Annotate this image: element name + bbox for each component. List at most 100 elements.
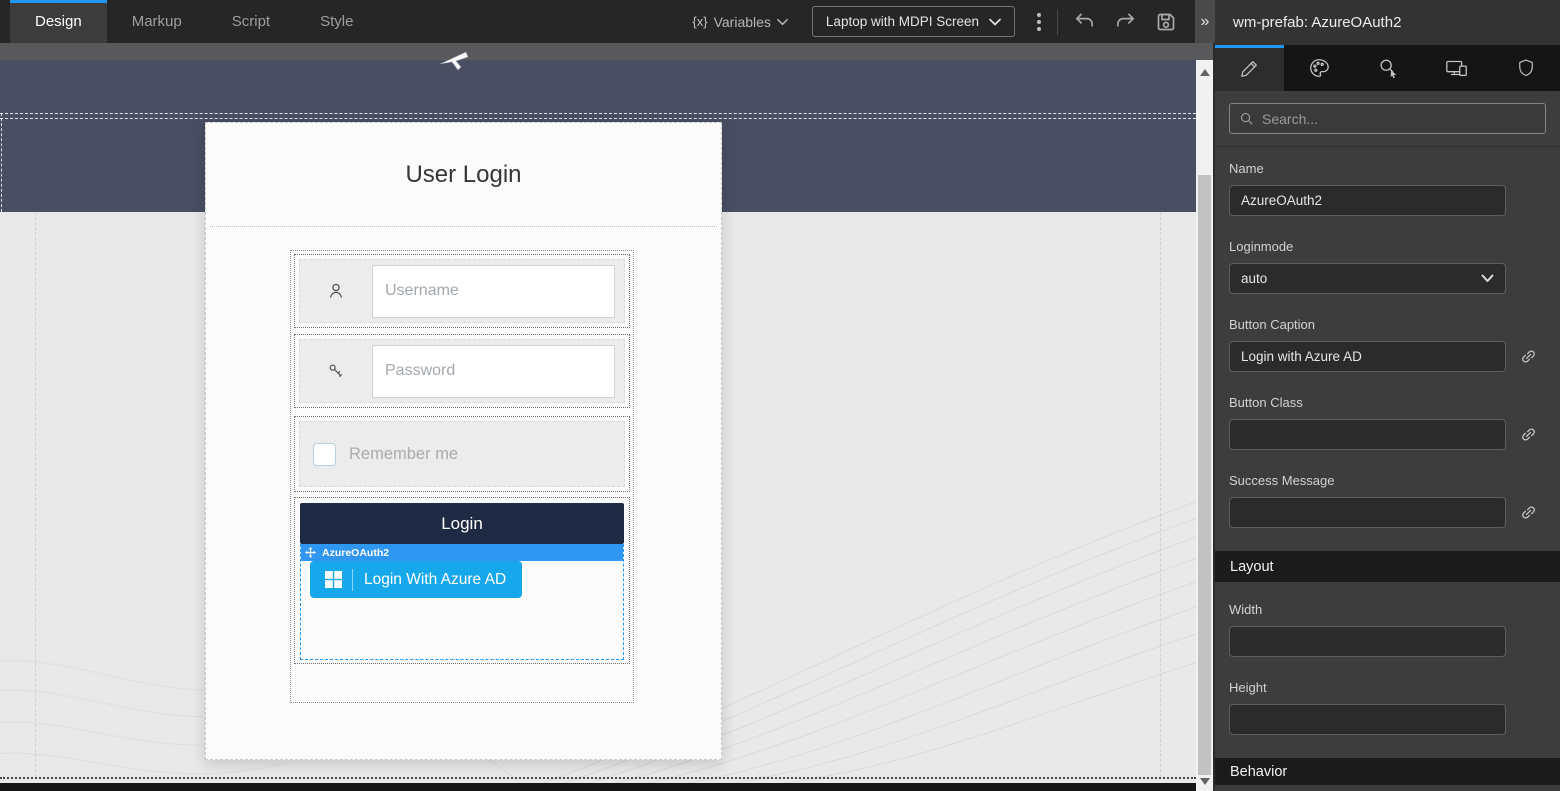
tab-markup[interactable]: Markup: [107, 0, 207, 43]
card-title-block[interactable]: User Login: [210, 123, 717, 227]
page-footer-band: [0, 783, 1196, 791]
save-button[interactable]: [1154, 10, 1178, 34]
windows-logo-icon: [325, 571, 342, 588]
devices-icon: [1445, 57, 1469, 79]
button-class-label: Button Class: [1229, 395, 1546, 410]
tab-styles[interactable]: [1284, 45, 1353, 91]
toolbar-right-group: {x} Variables Laptop with MDPI Screen: [692, 0, 1215, 43]
azure-button-label: Login With Azure AD: [364, 571, 506, 589]
redo-button[interactable]: [1113, 10, 1137, 34]
more-options-icon[interactable]: [1037, 13, 1041, 31]
collapse-panel-button[interactable]: »: [1195, 0, 1215, 43]
tab-script[interactable]: Script: [207, 0, 295, 43]
canvas-top-strip: [0, 43, 1213, 60]
button-class-input[interactable]: [1229, 419, 1506, 450]
property-search[interactable]: [1229, 103, 1546, 134]
editor-mode-tabs: Design Markup Script Style: [0, 0, 378, 43]
loginmode-label: Loginmode: [1229, 239, 1546, 254]
name-input[interactable]: [1229, 185, 1506, 216]
variables-icon: {x}: [692, 14, 707, 29]
scroll-down-arrow[interactable]: [1196, 773, 1213, 789]
toolbar-divider: [1057, 9, 1058, 35]
container-outline: [0, 113, 1196, 114]
azure-oauth2-prefab[interactable]: AzureOAuth2 Login With Azure AD: [300, 544, 624, 660]
undo-button[interactable]: [1072, 10, 1096, 34]
container-outline: [1, 113, 2, 212]
success-message-label: Success Message: [1229, 473, 1546, 488]
azure-login-button[interactable]: Login With Azure AD: [310, 561, 522, 598]
panel-tabs: [1215, 45, 1560, 91]
device-selector[interactable]: Laptop with MDPI Screen: [812, 6, 1015, 37]
tab-devices[interactable]: [1422, 45, 1491, 91]
variables-menu[interactable]: {x} Variables: [692, 14, 788, 30]
button-caption-input[interactable]: [1229, 341, 1506, 372]
chevron-down-icon: [1481, 274, 1494, 283]
remember-me-checkbox[interactable]: [313, 443, 336, 466]
buttons-group[interactable]: Login AzureOAuth2: [294, 497, 630, 664]
button-caption-label: Button Caption: [1229, 317, 1546, 332]
move-icon: [305, 547, 316, 558]
remember-me-group[interactable]: Remember me: [294, 416, 630, 492]
loginmode-select[interactable]: auto: [1229, 263, 1506, 294]
username-input[interactable]: [372, 265, 615, 318]
remember-me-label: Remember me: [349, 445, 458, 464]
variables-label: Variables: [714, 14, 771, 30]
panel-divider: [1215, 146, 1560, 147]
page-bottom-outline: [0, 777, 1196, 779]
panel-header: wm-prefab: AzureOAuth2: [1215, 0, 1560, 45]
double-chevron-right-icon: »: [1201, 13, 1210, 31]
top-toolbar: Design Markup Script Style {x} Variables…: [0, 0, 1215, 43]
cursor-icon: [438, 51, 472, 73]
redo-icon: [1114, 10, 1137, 33]
container-outline: [0, 118, 1196, 119]
password-row: [299, 339, 625, 403]
content-outline: [1160, 212, 1161, 777]
bind-button-caption[interactable]: [1519, 347, 1538, 366]
scroll-up-arrow[interactable]: [1196, 64, 1213, 80]
save-icon: [1154, 10, 1178, 34]
device-selector-value: Laptop with MDPI Screen: [826, 14, 979, 29]
bind-button-class[interactable]: [1519, 425, 1538, 444]
prefab-selection-bar[interactable]: AzureOAuth2: [301, 544, 623, 561]
link-icon: [1519, 503, 1538, 522]
tab-events[interactable]: [1353, 45, 1422, 91]
button-divider: [352, 569, 353, 591]
username-row: [299, 259, 625, 323]
login-form[interactable]: Remember me Login AzureOAuth2: [290, 250, 634, 703]
tab-security[interactable]: [1491, 45, 1560, 91]
name-label: Name: [1229, 161, 1546, 176]
chevron-down-icon: [989, 18, 1001, 26]
prefab-name-label: AzureOAuth2: [322, 547, 389, 559]
password-input[interactable]: [372, 345, 615, 398]
width-input[interactable]: [1229, 626, 1506, 657]
height-input[interactable]: [1229, 704, 1506, 735]
design-canvas[interactable]: User Login: [0, 43, 1215, 791]
username-field-group[interactable]: [294, 254, 630, 328]
pencil-icon: [1239, 58, 1260, 79]
search-icon: [1239, 111, 1254, 126]
password-field-group[interactable]: [294, 334, 630, 408]
page-title: User Login: [405, 161, 521, 189]
scrollbar-thumb[interactable]: [1198, 175, 1211, 775]
chevron-down-icon: [777, 18, 788, 26]
search-input[interactable]: [1262, 111, 1536, 127]
properties-panel: wm-prefab: AzureOAuth2: [1215, 0, 1560, 791]
user-icon: [300, 280, 372, 302]
link-icon: [1519, 425, 1538, 444]
behavior-section-header: Behavior: [1215, 758, 1560, 785]
canvas-scrollbar[interactable]: [1196, 60, 1213, 791]
success-message-input[interactable]: [1229, 497, 1506, 528]
tab-style[interactable]: Style: [295, 0, 378, 43]
palette-icon: [1308, 57, 1330, 79]
loginmode-value: auto: [1241, 271, 1267, 286]
height-label: Height: [1229, 680, 1546, 695]
bind-success-message[interactable]: [1519, 503, 1538, 522]
panel-body: Name Loginmode auto Button Caption: [1215, 91, 1560, 785]
tab-design[interactable]: Design: [10, 0, 107, 43]
remember-me-row: Remember me: [299, 421, 625, 487]
login-card[interactable]: User Login: [205, 122, 722, 760]
undo-icon: [1073, 10, 1096, 33]
width-label: Width: [1229, 602, 1546, 617]
tab-properties[interactable]: [1215, 45, 1284, 91]
login-button[interactable]: Login: [300, 503, 624, 544]
